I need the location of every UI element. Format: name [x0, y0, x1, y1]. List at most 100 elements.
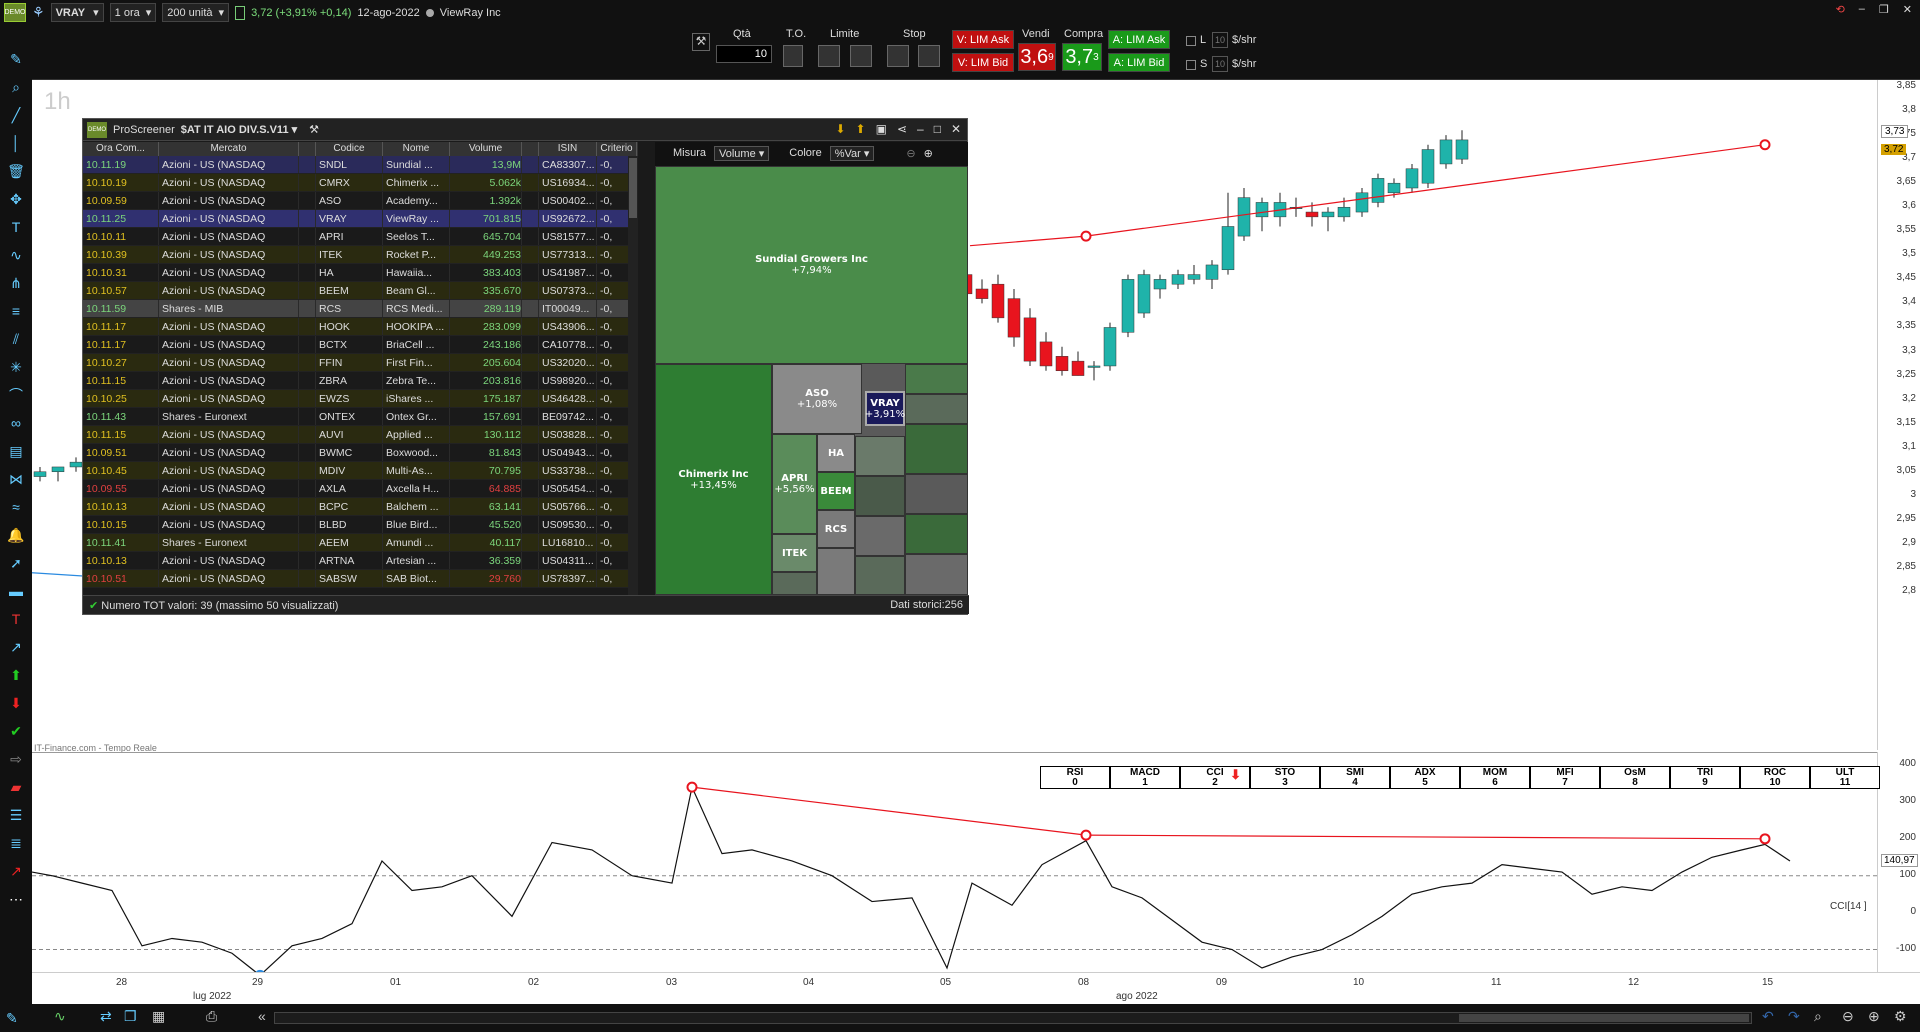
scroll-thumb[interactable]	[1459, 1014, 1749, 1022]
chart-type-icon[interactable]	[235, 5, 246, 20]
treemap-tile[interactable]	[855, 436, 905, 476]
fib-icon[interactable]: ≡	[0, 297, 32, 325]
treemap-tile[interactable]	[817, 548, 855, 595]
column-header[interactable]: Codice	[316, 142, 383, 156]
wave-icon[interactable]: ∿	[0, 241, 32, 269]
ruler-icon[interactable]: ▬	[0, 577, 32, 605]
stop-sell-button[interactable]	[918, 45, 940, 67]
treemap-tile-chimerix-inc[interactable]: Chimerix Inc +13,45%	[655, 364, 772, 595]
measure-select[interactable]: Volume ▾	[714, 145, 770, 161]
horizontal-scrollbar[interactable]	[274, 1012, 1752, 1024]
limit-sell-button[interactable]	[850, 45, 872, 67]
export-icon[interactable]: ⬆	[856, 122, 866, 136]
zoom-fit-icon[interactable]: ⌕	[1814, 1008, 1822, 1025]
column-header[interactable]: ISIN	[539, 142, 597, 156]
table-row[interactable]: 10.10.57 Azioni - US (NASDAQ BEEM Beam Gl..…	[83, 282, 638, 300]
arc-icon[interactable]: ⌒	[0, 381, 32, 409]
treemap-tile[interactable]	[905, 394, 968, 424]
cycle-icon[interactable]: ∞	[0, 409, 32, 437]
table-row[interactable]: 10.10.15 Azioni - US (NASDAQ BLBD Blue Bird…	[83, 516, 638, 534]
treemap-tile-apri[interactable]: APRI +5,56%	[772, 434, 817, 534]
treemap-tile[interactable]	[772, 572, 817, 595]
zoom-icon[interactable]: ⌕	[0, 73, 32, 101]
indicator-tab-osm[interactable]: OsM 8	[1600, 766, 1670, 789]
restore-icon[interactable]: ❐	[1879, 3, 1889, 16]
table-row[interactable]: 10.11.17 Azioni - US (NASDAQ HOOK HOOKIPA .…	[83, 318, 638, 336]
table-row[interactable]: 10.11.19 Azioni - US (NASDAQ SNDL Sundial .…	[83, 156, 638, 174]
indicator-tab-cci[interactable]: CCI 2 ⬇	[1180, 766, 1250, 789]
zoom-in-icon[interactable]: ⊕	[924, 147, 933, 160]
maximize-icon[interactable]: □	[934, 122, 941, 136]
indicator-tab-mom[interactable]: MOM 6	[1460, 766, 1530, 789]
s-input[interactable]: 10	[1212, 56, 1228, 72]
table-row[interactable]: 10.09.51 Azioni - US (NASDAQ BWMC Boxwood..…	[83, 444, 638, 462]
table-row[interactable]: 10.11.59 Shares - MIB RCS RCS Medi... 289.11…	[83, 300, 638, 318]
zoom-in-icon[interactable]: ⊕	[1868, 1008, 1880, 1025]
treemap-tile[interactable]	[905, 554, 968, 595]
table-row[interactable]: 10.11.15 Azioni - US (NASDAQ ZBRA Zebra Te.…	[83, 372, 638, 390]
treemap-tile[interactable]	[905, 424, 968, 474]
check-icon[interactable]: ✔	[0, 717, 32, 745]
treemap-tile[interactable]	[905, 514, 968, 554]
indicator-tab-tri[interactable]: TRI 9	[1670, 766, 1740, 789]
layers-icon[interactable]: ☰	[0, 801, 32, 829]
favorite-icon[interactable]: ⚘	[32, 4, 45, 21]
layout-icon[interactable]: ▣	[876, 122, 887, 136]
undo-icon[interactable]: ↶	[1762, 1008, 1774, 1025]
redo-icon[interactable]: ↷	[1788, 1008, 1800, 1025]
up-arrow-icon[interactable]: ⬆	[0, 661, 32, 689]
l-input[interactable]: 10	[1212, 32, 1228, 48]
text-box-icon[interactable]: T	[0, 605, 32, 633]
window-icon[interactable]: ❐	[124, 1008, 137, 1025]
eraser-icon[interactable]: ▰	[0, 773, 32, 801]
pen-icon[interactable]: ✎	[6, 1010, 18, 1027]
zoom-out-icon[interactable]: ⊖	[906, 147, 915, 160]
table-row[interactable]: 10.10.45 Azioni - US (NASDAQ MDIV Multi-As.…	[83, 462, 638, 480]
treemap-tile[interactable]	[855, 516, 905, 556]
buy-lim-bid-button[interactable]: A: LIM Bid	[1108, 53, 1170, 72]
share-icon[interactable]: ⇄	[100, 1008, 112, 1025]
table-row[interactable]: 10.10.11 Azioni - US (NASDAQ APRI Seelos T.…	[83, 228, 638, 246]
chart-icon[interactable]: ∿	[54, 1008, 66, 1025]
move-icon[interactable]: ✥	[0, 185, 32, 213]
treemap-tile-sundial-growers-inc[interactable]: Sundial Growers Inc +7,94%	[655, 166, 968, 364]
table-row[interactable]: 10.09.59 Azioni - US (NASDAQ ASO Academy...…	[83, 192, 638, 210]
indicator-tab-roc[interactable]: ROC 10	[1740, 766, 1810, 789]
sell-lim-bid-button[interactable]: V: LIM Bid	[952, 53, 1014, 72]
indicator-tab-sto[interactable]: STO 3	[1250, 766, 1320, 789]
table-icon[interactable]: ▦	[152, 1008, 165, 1025]
qty-input[interactable]: 10	[716, 45, 772, 63]
table-row[interactable]: 10.11.43 Shares - Euronext ONTEX Ontex Gr..…	[83, 408, 638, 426]
right-arrow-icon[interactable]: ⇨	[0, 745, 32, 773]
treemap-tile[interactable]	[905, 364, 968, 394]
column-icon-header[interactable]	[522, 142, 539, 156]
more-icon[interactable]: ⋯	[0, 885, 32, 913]
pitchfork-icon[interactable]: ⋔	[0, 269, 32, 297]
indicator-tab-mfi[interactable]: MFI 7	[1530, 766, 1600, 789]
red-arrow-icon[interactable]: ↗	[0, 857, 32, 885]
units-select[interactable]: 200 unità ▾	[162, 3, 230, 22]
table-row[interactable]: 10.10.25 Azioni - US (NASDAQ EWZS iShares .…	[83, 390, 638, 408]
column-header[interactable]: Ora Com...	[83, 142, 159, 156]
table-row[interactable]: 10.10.27 Azioni - US (NASDAQ FFIN First Fin…	[83, 354, 638, 372]
table-row[interactable]: 10.10.31 Azioni - US (NASDAQ HA Hawaiia... 3…	[83, 264, 638, 282]
treemap-tile-itek[interactable]: ITEK	[772, 534, 817, 572]
treemap[interactable]: Sundial Growers Inc +7,94% Chimerix Inc +13…	[655, 166, 968, 595]
column-header[interactable]: Volume	[450, 142, 522, 156]
table-row[interactable]: 10.11.15 Azioni - US (NASDAQ AUVI Applied .…	[83, 426, 638, 444]
table-row[interactable]: 10.10.19 Azioni - US (NASDAQ CMRX Chimerix …	[83, 174, 638, 192]
column-header[interactable]: Nome	[383, 142, 450, 156]
indicator-tab-macd[interactable]: MACD 1	[1110, 766, 1180, 789]
channel-icon[interactable]: ⫽	[0, 325, 32, 353]
cursor-icon[interactable]: ➚	[0, 549, 32, 577]
bell-icon[interactable]: 🔔	[0, 521, 32, 549]
stop-buy-button[interactable]	[887, 45, 909, 67]
table-row[interactable]: 10.10.13 Azioni - US (NASDAQ ARTNA Artesian…	[83, 552, 638, 570]
bars-icon[interactable]: ▤	[0, 437, 32, 465]
limit-buy-button[interactable]	[818, 45, 840, 67]
down-arrow-icon[interactable]: ⬇	[0, 689, 32, 717]
print-icon[interactable]: ⎙	[206, 1008, 217, 1025]
gann-icon[interactable]: ✳	[0, 353, 32, 381]
minimize-icon[interactable]: –	[917, 122, 924, 136]
wrench-icon[interactable]: ⚒	[692, 33, 710, 51]
